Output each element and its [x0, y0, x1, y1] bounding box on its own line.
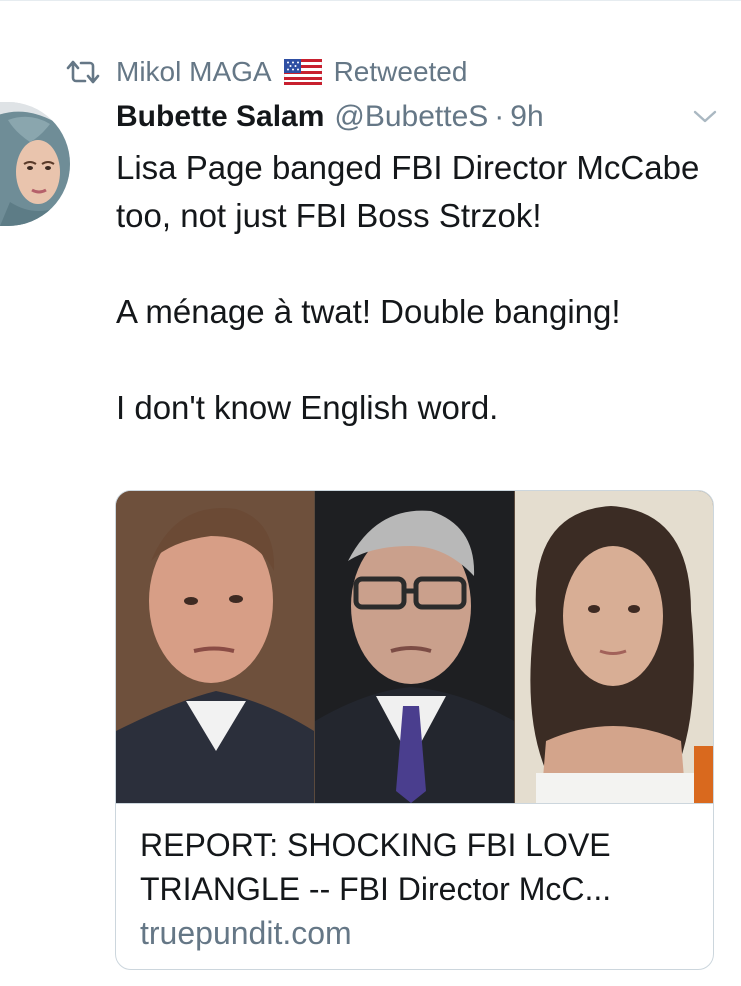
tweet-paragraph: Lisa Page banged FBI Director McCabe too…: [116, 149, 700, 234]
card-domain[interactable]: truepundit.com: [140, 911, 352, 955]
tweet-text: Lisa Page banged FBI Director McCabe too…: [116, 144, 716, 432]
user-handle[interactable]: @BubetteS: [334, 100, 488, 134]
tweet-paragraph: I don't know English word.: [116, 389, 499, 426]
separator-dot: ·: [494, 100, 505, 133]
display-name[interactable]: Bubette Salam: [116, 100, 324, 134]
tweet-header: Bubette Salam @BubetteS · 9h: [116, 95, 544, 139]
top-divider: [0, 0, 741, 1]
timestamp[interactable]: 9h: [510, 100, 543, 134]
retweeted-label: Retweeted: [333, 56, 468, 87]
card-image[interactable]: [116, 491, 713, 803]
link-card[interactable]: REPORT: SHOCKING FBI LOVE TRIANGLE -- FB…: [115, 490, 714, 970]
card-title[interactable]: REPORT: SHOCKING FBI LOVE TRIANGLE -- FB…: [140, 823, 700, 911]
retweet-icon: [64, 58, 102, 86]
us-flag-icon: [283, 58, 323, 86]
tweet-paragraph: A ménage à twat! Double banging!: [116, 293, 621, 330]
chevron-down-icon[interactable]: [690, 104, 720, 128]
card-divider: [116, 803, 713, 804]
retweet-context[interactable]: Mikol MAGA Retweeted: [64, 52, 467, 92]
avatar[interactable]: [0, 102, 70, 226]
retweeter-name[interactable]: Mikol MAGA: [116, 56, 272, 88]
